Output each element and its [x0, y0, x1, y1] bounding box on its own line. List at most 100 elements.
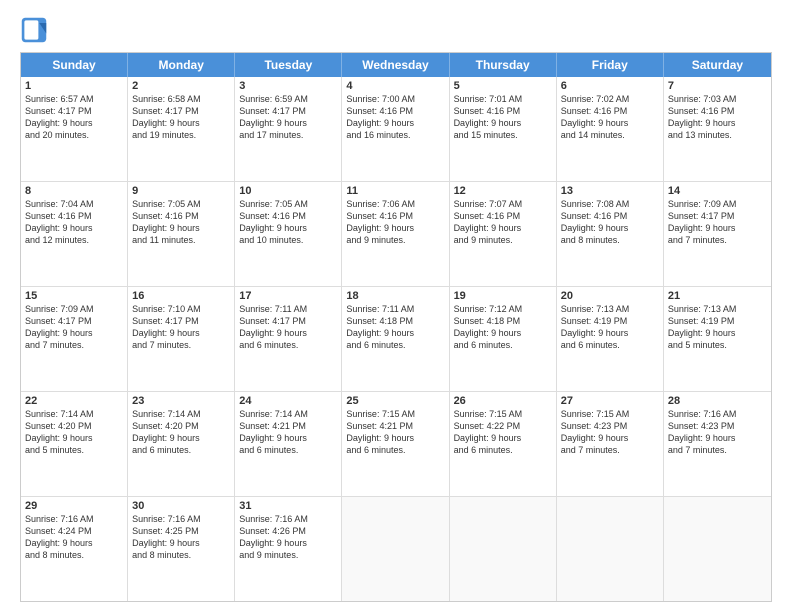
day-cell-19: 19Sunrise: 7:12 AMSunset: 4:18 PMDayligh… — [450, 287, 557, 391]
day-cell-2: 2Sunrise: 6:58 AMSunset: 4:17 PMDaylight… — [128, 77, 235, 181]
day-cell-12: 12Sunrise: 7:07 AMSunset: 4:16 PMDayligh… — [450, 182, 557, 286]
header-tuesday: Tuesday — [235, 53, 342, 77]
day-info: Sunrise: 6:59 AMSunset: 4:17 PMDaylight:… — [239, 93, 337, 142]
week-row-1: 1Sunrise: 6:57 AMSunset: 4:17 PMDaylight… — [21, 77, 771, 182]
day-number: 18 — [346, 290, 444, 302]
day-info: Sunrise: 7:14 AMSunset: 4:21 PMDaylight:… — [239, 408, 337, 457]
day-cell-24: 24Sunrise: 7:14 AMSunset: 4:21 PMDayligh… — [235, 392, 342, 496]
day-info: Sunrise: 7:11 AMSunset: 4:17 PMDaylight:… — [239, 303, 337, 352]
day-cell-6: 6Sunrise: 7:02 AMSunset: 4:16 PMDaylight… — [557, 77, 664, 181]
day-cell-10: 10Sunrise: 7:05 AMSunset: 4:16 PMDayligh… — [235, 182, 342, 286]
day-number: 5 — [454, 80, 552, 92]
day-cell-21: 21Sunrise: 7:13 AMSunset: 4:19 PMDayligh… — [664, 287, 771, 391]
header-monday: Monday — [128, 53, 235, 77]
day-info: Sunrise: 7:11 AMSunset: 4:18 PMDaylight:… — [346, 303, 444, 352]
day-cell-4: 4Sunrise: 7:00 AMSunset: 4:16 PMDaylight… — [342, 77, 449, 181]
day-number: 1 — [25, 80, 123, 92]
day-info: Sunrise: 7:00 AMSunset: 4:16 PMDaylight:… — [346, 93, 444, 142]
day-cell-18: 18Sunrise: 7:11 AMSunset: 4:18 PMDayligh… — [342, 287, 449, 391]
day-number: 19 — [454, 290, 552, 302]
day-number: 4 — [346, 80, 444, 92]
day-info: Sunrise: 7:16 AMSunset: 4:24 PMDaylight:… — [25, 513, 123, 562]
day-cell-17: 17Sunrise: 7:11 AMSunset: 4:17 PMDayligh… — [235, 287, 342, 391]
day-info: Sunrise: 7:16 AMSunset: 4:25 PMDaylight:… — [132, 513, 230, 562]
empty-cell — [450, 497, 557, 601]
day-number: 16 — [132, 290, 230, 302]
week-row-4: 22Sunrise: 7:14 AMSunset: 4:20 PMDayligh… — [21, 392, 771, 497]
day-cell-25: 25Sunrise: 7:15 AMSunset: 4:21 PMDayligh… — [342, 392, 449, 496]
day-number: 17 — [239, 290, 337, 302]
page-header — [20, 16, 772, 44]
header-friday: Friday — [557, 53, 664, 77]
day-cell-30: 30Sunrise: 7:16 AMSunset: 4:25 PMDayligh… — [128, 497, 235, 601]
day-number: 24 — [239, 395, 337, 407]
calendar-header: SundayMondayTuesdayWednesdayThursdayFrid… — [21, 53, 771, 77]
day-cell-20: 20Sunrise: 7:13 AMSunset: 4:19 PMDayligh… — [557, 287, 664, 391]
day-cell-16: 16Sunrise: 7:10 AMSunset: 4:17 PMDayligh… — [128, 287, 235, 391]
day-cell-3: 3Sunrise: 6:59 AMSunset: 4:17 PMDaylight… — [235, 77, 342, 181]
day-info: Sunrise: 7:12 AMSunset: 4:18 PMDaylight:… — [454, 303, 552, 352]
day-number: 6 — [561, 80, 659, 92]
day-number: 30 — [132, 500, 230, 512]
day-info: Sunrise: 7:15 AMSunset: 4:23 PMDaylight:… — [561, 408, 659, 457]
day-number: 28 — [668, 395, 767, 407]
day-number: 20 — [561, 290, 659, 302]
calendar: SundayMondayTuesdayWednesdayThursdayFrid… — [20, 52, 772, 602]
header-saturday: Saturday — [664, 53, 771, 77]
day-info: Sunrise: 7:05 AMSunset: 4:16 PMDaylight:… — [132, 198, 230, 247]
day-cell-27: 27Sunrise: 7:15 AMSunset: 4:23 PMDayligh… — [557, 392, 664, 496]
day-number: 11 — [346, 185, 444, 197]
day-info: Sunrise: 7:15 AMSunset: 4:22 PMDaylight:… — [454, 408, 552, 457]
empty-cell — [557, 497, 664, 601]
day-info: Sunrise: 7:07 AMSunset: 4:16 PMDaylight:… — [454, 198, 552, 247]
day-info: Sunrise: 7:09 AMSunset: 4:17 PMDaylight:… — [668, 198, 767, 247]
day-number: 9 — [132, 185, 230, 197]
day-number: 2 — [132, 80, 230, 92]
day-cell-29: 29Sunrise: 7:16 AMSunset: 4:24 PMDayligh… — [21, 497, 128, 601]
day-cell-14: 14Sunrise: 7:09 AMSunset: 4:17 PMDayligh… — [664, 182, 771, 286]
day-number: 15 — [25, 290, 123, 302]
day-cell-11: 11Sunrise: 7:06 AMSunset: 4:16 PMDayligh… — [342, 182, 449, 286]
logo-icon — [20, 16, 48, 44]
day-info: Sunrise: 7:08 AMSunset: 4:16 PMDaylight:… — [561, 198, 659, 247]
day-info: Sunrise: 6:58 AMSunset: 4:17 PMDaylight:… — [132, 93, 230, 142]
day-info: Sunrise: 6:57 AMSunset: 4:17 PMDaylight:… — [25, 93, 123, 142]
day-number: 13 — [561, 185, 659, 197]
day-number: 25 — [346, 395, 444, 407]
day-number: 26 — [454, 395, 552, 407]
day-number: 3 — [239, 80, 337, 92]
day-info: Sunrise: 7:03 AMSunset: 4:16 PMDaylight:… — [668, 93, 767, 142]
week-row-5: 29Sunrise: 7:16 AMSunset: 4:24 PMDayligh… — [21, 497, 771, 601]
week-row-2: 8Sunrise: 7:04 AMSunset: 4:16 PMDaylight… — [21, 182, 771, 287]
day-cell-15: 15Sunrise: 7:09 AMSunset: 4:17 PMDayligh… — [21, 287, 128, 391]
header-wednesday: Wednesday — [342, 53, 449, 77]
day-info: Sunrise: 7:09 AMSunset: 4:17 PMDaylight:… — [25, 303, 123, 352]
day-info: Sunrise: 7:14 AMSunset: 4:20 PMDaylight:… — [25, 408, 123, 457]
day-number: 8 — [25, 185, 123, 197]
day-number: 27 — [561, 395, 659, 407]
day-number: 29 — [25, 500, 123, 512]
day-info: Sunrise: 7:01 AMSunset: 4:16 PMDaylight:… — [454, 93, 552, 142]
header-thursday: Thursday — [450, 53, 557, 77]
day-cell-9: 9Sunrise: 7:05 AMSunset: 4:16 PMDaylight… — [128, 182, 235, 286]
day-info: Sunrise: 7:16 AMSunset: 4:23 PMDaylight:… — [668, 408, 767, 457]
calendar-body: 1Sunrise: 6:57 AMSunset: 4:17 PMDaylight… — [21, 77, 771, 601]
week-row-3: 15Sunrise: 7:09 AMSunset: 4:17 PMDayligh… — [21, 287, 771, 392]
day-info: Sunrise: 7:06 AMSunset: 4:16 PMDaylight:… — [346, 198, 444, 247]
day-number: 22 — [25, 395, 123, 407]
day-info: Sunrise: 7:15 AMSunset: 4:21 PMDaylight:… — [346, 408, 444, 457]
day-info: Sunrise: 7:02 AMSunset: 4:16 PMDaylight:… — [561, 93, 659, 142]
day-number: 12 — [454, 185, 552, 197]
day-cell-13: 13Sunrise: 7:08 AMSunset: 4:16 PMDayligh… — [557, 182, 664, 286]
day-number: 14 — [668, 185, 767, 197]
day-cell-26: 26Sunrise: 7:15 AMSunset: 4:22 PMDayligh… — [450, 392, 557, 496]
day-cell-22: 22Sunrise: 7:14 AMSunset: 4:20 PMDayligh… — [21, 392, 128, 496]
day-cell-7: 7Sunrise: 7:03 AMSunset: 4:16 PMDaylight… — [664, 77, 771, 181]
empty-cell — [342, 497, 449, 601]
day-number: 7 — [668, 80, 767, 92]
day-number: 31 — [239, 500, 337, 512]
day-cell-23: 23Sunrise: 7:14 AMSunset: 4:20 PMDayligh… — [128, 392, 235, 496]
day-number: 21 — [668, 290, 767, 302]
day-info: Sunrise: 7:13 AMSunset: 4:19 PMDaylight:… — [668, 303, 767, 352]
day-number: 10 — [239, 185, 337, 197]
